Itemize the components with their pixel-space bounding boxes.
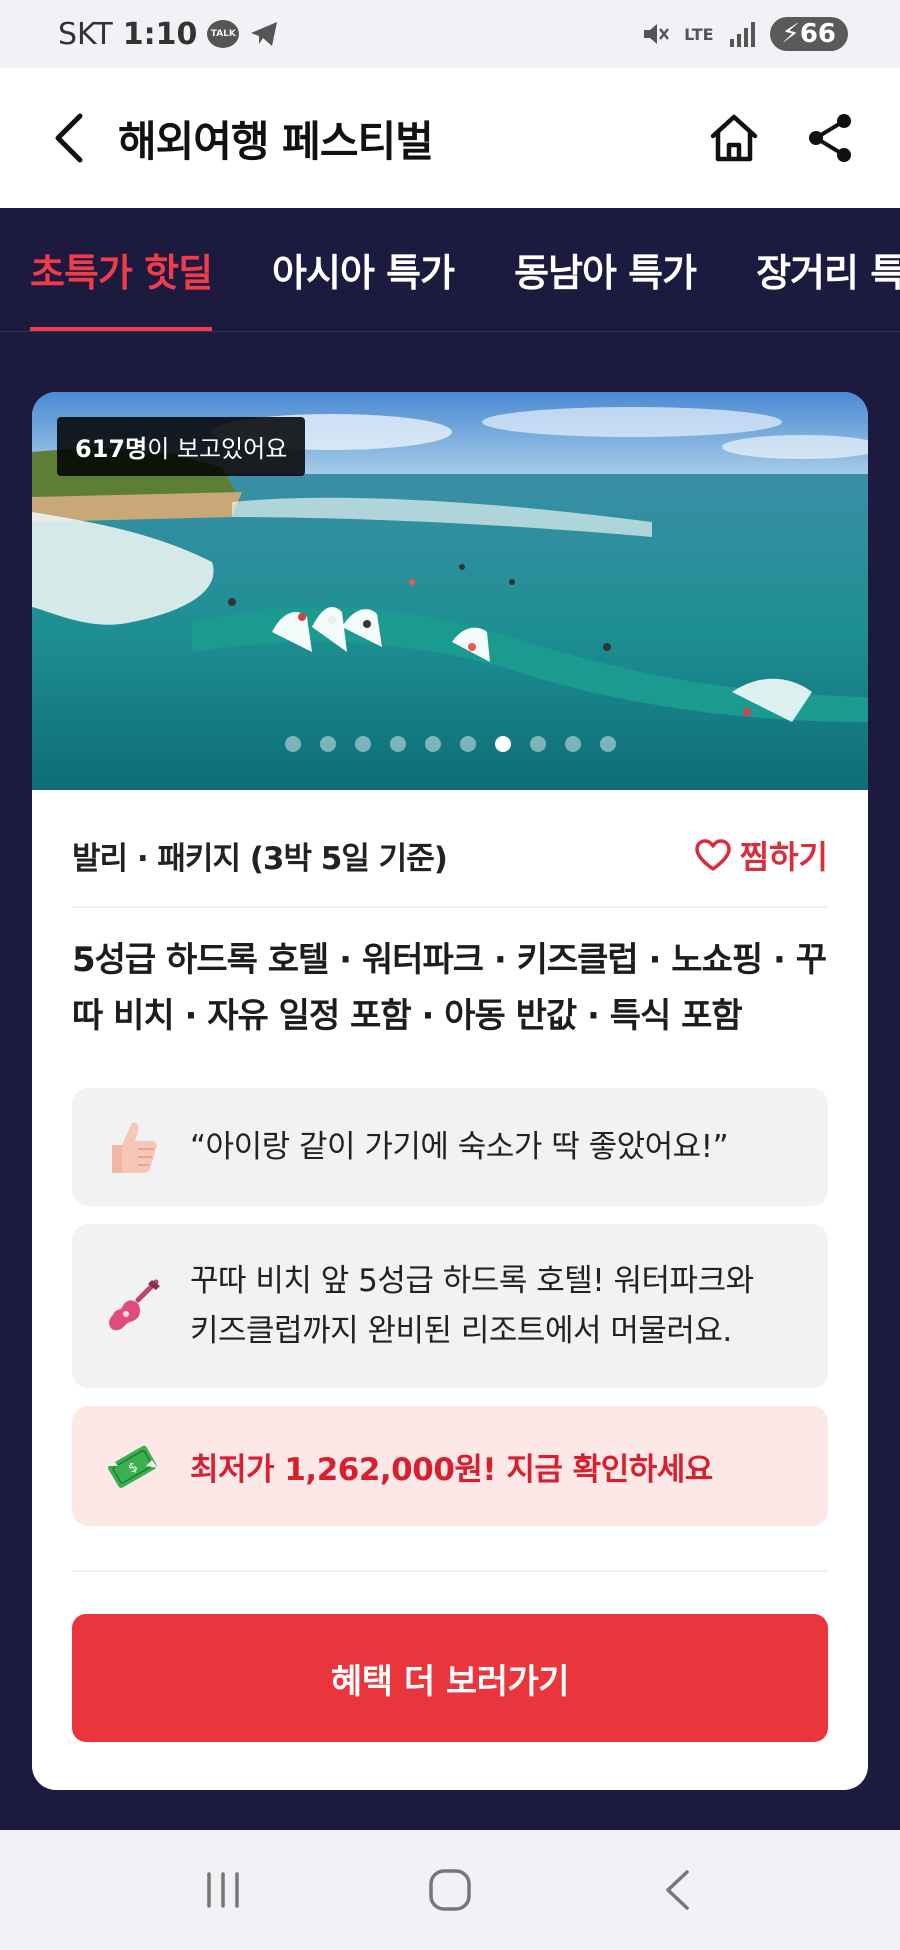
see-more-benefits-button[interactable]: 혜택 더 보러가기 [72, 1614, 828, 1742]
divider [72, 1570, 828, 1572]
home-circle-icon [429, 1869, 471, 1911]
page-title: 해외여행 페스티벌 [118, 116, 434, 166]
carrier-label: SKT [58, 16, 113, 52]
share-icon [809, 114, 851, 162]
app-header: 해외여행 페스티벌 [0, 68, 900, 208]
carousel-dot[interactable] [599, 736, 616, 752]
carousel-dot[interactable] [564, 736, 581, 752]
carousel-dot[interactable] [459, 736, 476, 752]
back-button[interactable] [40, 108, 100, 168]
product-card[interactable]: 617명이 보고있어요 발리 · 패키지 (3박 5일 기준) 찜하기 5성급 … [32, 392, 868, 1790]
battery-indicator: ⚡66 [769, 17, 848, 51]
tab-southeast-asia[interactable]: 동남아 특가 [514, 208, 697, 331]
category-tabs: 초특가 핫딜 아시아 특가 동남아 특가 장거리 특가 [0, 208, 900, 332]
product-description: 5성급 하드록 호텔 · 워터파크 · 키즈클럽 · 노쇼핑 · 꾸 따 비치 … [72, 932, 842, 1044]
carousel-dots [32, 736, 868, 752]
back-chevron-icon [665, 1870, 689, 1910]
recent-apps-icon [207, 1872, 240, 1908]
wishlist-label: 찜하기 [739, 838, 828, 876]
home-icon [710, 114, 758, 162]
system-nav-bar [0, 1830, 900, 1950]
recent-apps-button[interactable] [183, 1850, 263, 1930]
share-button[interactable] [800, 108, 860, 168]
clock: 1:10 [122, 16, 198, 52]
wishlist-button[interactable]: 찜하기 [694, 832, 828, 878]
status-right: LTE ⚡66 [640, 17, 848, 51]
feature-box: 꾸따 비치 앞 5성급 하드록 호텔! 워터파크와 키즈클럽까지 완비된 리조트… [72, 1224, 828, 1388]
carousel-dot[interactable] [284, 736, 301, 752]
price-box[interactable]: $ 최저가 1,262,000원! 지금 확인하세요 [72, 1406, 828, 1526]
kakaotalk-icon: TALK [207, 20, 240, 48]
back-nav-button[interactable] [637, 1850, 717, 1930]
signal-icon [728, 21, 756, 47]
carousel-dot[interactable] [529, 736, 546, 752]
tab-long-haul[interactable]: 장거리 특가 [756, 208, 900, 331]
viewer-count-badge: 617명이 보고있어요 [57, 417, 306, 476]
carousel-dot[interactable] [389, 736, 406, 752]
status-left: SKT 1:10 TALK [58, 17, 279, 52]
feature-line: 꾸따 비치 앞 5성급 하드록 호텔! 워터파크와 [190, 1263, 754, 1299]
guitar-icon [102, 1276, 162, 1336]
money-icon: $ [102, 1436, 162, 1496]
mute-icon [640, 19, 670, 49]
review-box: “아이랑 같이 가기에 숙소가 딱 좋았어요!” [72, 1088, 828, 1206]
description-line: 5성급 하드록 호텔 · 워터파크 · 키즈클럽 · 노쇼핑 · 꾸 [72, 940, 827, 980]
battery-level: 66 [799, 19, 836, 49]
price-message: 최저가 1,262,000원! 지금 확인하세요 [190, 1451, 713, 1488]
header-actions [704, 108, 860, 168]
home-button[interactable] [704, 108, 764, 168]
carousel-dot[interactable] [424, 736, 441, 752]
feature-text: 꾸따 비치 앞 5성급 하드록 호텔! 워터파크와 키즈클럽까지 완비된 리조트… [190, 1256, 754, 1356]
product-title: 발리 · 패키지 (3박 5일 기준) [72, 840, 448, 877]
feature-line: 키즈클럽까지 완비된 리조트에서 머물러요. [190, 1313, 732, 1349]
carousel-dot-active[interactable] [494, 736, 511, 752]
chevron-left-icon [55, 113, 83, 163]
viewer-count: 617명 [75, 435, 148, 463]
heart-icon [694, 839, 731, 871]
telegram-icon [249, 20, 279, 48]
divider [72, 906, 828, 908]
review-quote: “아이랑 같이 가기에 숙소가 딱 좋았어요!” [190, 1129, 729, 1165]
tab-hot-deal[interactable]: 초특가 핫딜 [30, 208, 213, 331]
home-nav-button[interactable] [410, 1850, 490, 1930]
tab-asia[interactable]: 아시아 특가 [272, 208, 455, 331]
viewer-count-suffix: 이 보고있어요 [147, 435, 288, 463]
thumbs-up-icon [102, 1117, 162, 1177]
hero-image-carousel[interactable]: 617명이 보고있어요 [32, 392, 868, 790]
status-bar: SKT 1:10 TALK LTE ⚡66 [0, 0, 900, 68]
product-title-row: 발리 · 패키지 (3박 5일 기준) 찜하기 [72, 832, 828, 878]
carousel-dot[interactable] [319, 736, 336, 752]
description-line: 따 비치 · 자유 일정 포함 · 아동 반값 · 특식 포함 [72, 996, 743, 1036]
network-label: LTE [684, 24, 714, 44]
carousel-dot[interactable] [354, 736, 371, 752]
